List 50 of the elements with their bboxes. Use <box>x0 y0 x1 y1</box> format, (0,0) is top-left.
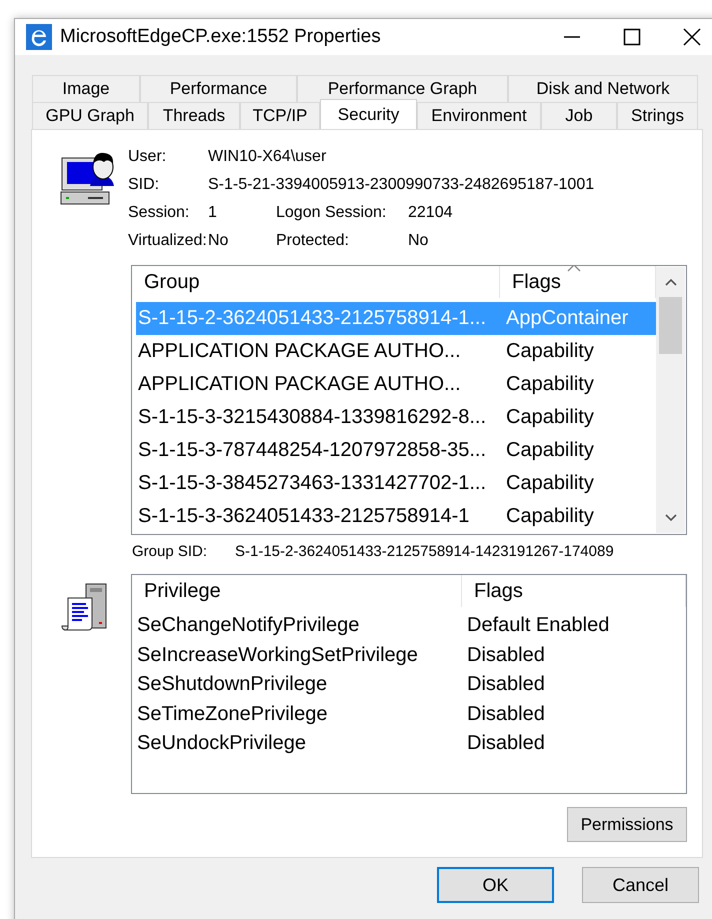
column-header[interactable]: Privilege <box>132 575 462 607</box>
group-row[interactable]: S-1-15-3-3624051433-2125758914-1 Capability <box>136 500 656 533</box>
permissions-button[interactable]: Permissions <box>567 807 687 842</box>
field-value: S-1-15-2-3624051433-2125758914-1423191267-174089 <box>235 543 614 560</box>
tab[interactable]: Disk and Network <box>508 75 698 102</box>
tab[interactable]: Environment <box>417 102 541 129</box>
close-icon[interactable] <box>683 28 701 46</box>
tab[interactable]: Performance Graph <box>297 75 508 102</box>
field-label: Protected: <box>276 232 350 250</box>
tab[interactable]: TCP/IP <box>240 102 320 129</box>
column-header[interactable]: Flags <box>462 575 686 607</box>
field-label: Logon Session: <box>276 204 388 222</box>
group-row[interactable]: S-1-15-3-787448254-1207972858-35... Capability <box>136 434 656 467</box>
field-value: S-1-5-21-3394005913-2300990733-2482695187-1001 <box>208 176 594 194</box>
field-label: User: <box>128 148 168 166</box>
tab[interactable]: Security <box>320 99 417 129</box>
field-value: No <box>208 232 230 250</box>
field-label: Group SID: <box>132 543 208 560</box>
column-header[interactable]: Group <box>132 266 500 298</box>
privilege-row[interactable]: SeUndockPrivilege Disabled <box>132 729 686 758</box>
field-label: SID: <box>128 176 160 194</box>
field-value: No <box>408 232 430 250</box>
privilege-row[interactable]: SeTimeZonePrivilege Disabled <box>132 700 686 729</box>
field-value: WIN10-X64\user <box>208 148 326 166</box>
maximize-icon[interactable] <box>623 28 641 46</box>
privilege-row[interactable]: SeChangeNotifyPrivilege Default Enabled <box>132 611 686 640</box>
scroll-up-icon[interactable] <box>664 278 676 286</box>
tab[interactable]: Image <box>32 75 140 102</box>
dialog-button[interactable]: Cancel <box>582 867 699 903</box>
privilege-row[interactable]: SeIncreaseWorkingSetPrivilege Disabled <box>132 640 686 670</box>
field-value: 1 <box>208 204 218 222</box>
field-label: Session: <box>128 204 190 222</box>
tab[interactable]: Strings <box>617 102 698 129</box>
tab[interactable]: Threads <box>148 102 240 129</box>
privilege-row[interactable]: SeShutdownPrivilege Disabled <box>132 670 686 700</box>
group-row[interactable]: APPLICATION PACKAGE AUTHO... Capability <box>136 335 656 368</box>
group-row[interactable]: APPLICATION PACKAGE AUTHO... Capability <box>136 368 656 401</box>
group-row[interactable]: S-1-15-3-3215430884-1339816292-8... Capability <box>136 401 656 434</box>
scroll-down-icon[interactable] <box>664 514 676 522</box>
window-title: MicrosoftEdgeCP.exe:1552 Properties <box>60 26 382 48</box>
scrollbar[interactable] <box>656 267 685 533</box>
field-value: 22104 <box>408 204 454 222</box>
tab[interactable]: Job <box>541 102 617 129</box>
tab[interactable]: Performance <box>140 75 297 102</box>
group-row[interactable]: S-1-15-3-3845273463-1331427702-1... Capability <box>136 467 656 500</box>
field-label: Virtualized: <box>128 232 208 250</box>
dialog-button[interactable]: OK <box>437 867 554 903</box>
app-logo-icon <box>26 24 52 50</box>
scroll-thumb[interactable] <box>659 297 682 354</box>
tab[interactable]: GPU Graph <box>32 102 148 129</box>
